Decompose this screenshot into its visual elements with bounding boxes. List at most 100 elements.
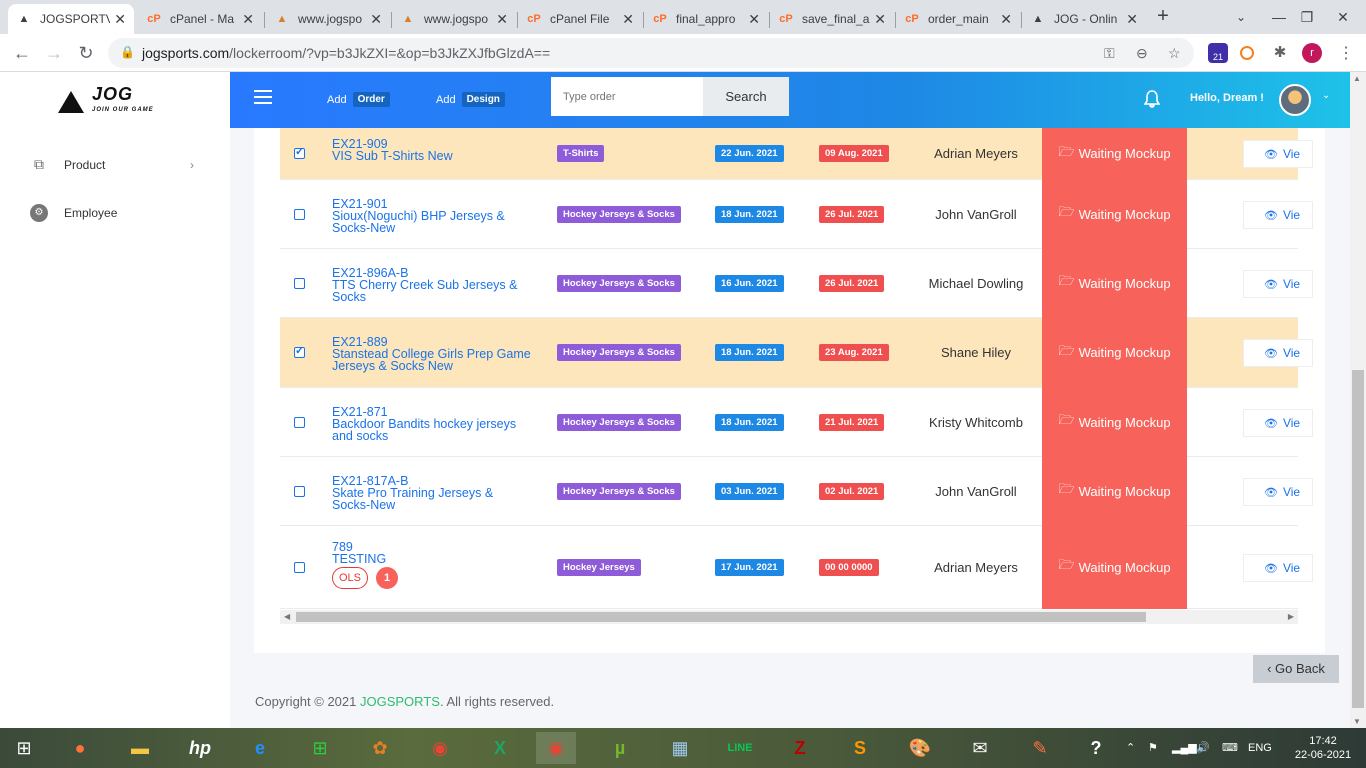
menu-dots-icon[interactable]: ⋮ bbox=[1336, 43, 1356, 63]
table-row[interactable]: EX21-909VIS Sub T-Shirts New T-Shirts 22 J… bbox=[280, 128, 1313, 180]
chevron-down-icon[interactable]: ⌄ bbox=[1322, 90, 1330, 101]
view-button[interactable]: 👁 Vie bbox=[1243, 554, 1313, 582]
volume-icon[interactable]: 🔊 bbox=[1196, 728, 1210, 768]
browser-tab-6[interactable]: cP final_appro ✕ bbox=[644, 4, 768, 34]
network-icon[interactable]: ⚑ bbox=[1148, 728, 1158, 768]
copyright-brand-link[interactable]: JOGSPORTS bbox=[360, 694, 440, 709]
bookmark-star-icon[interactable]: ☆ bbox=[1168, 45, 1181, 62]
sidebar-item-employee[interactable]: ⚙ Employee bbox=[30, 204, 200, 222]
ols-badge[interactable]: OLS bbox=[332, 567, 368, 589]
hamburger-menu-icon[interactable] bbox=[254, 90, 272, 106]
vertical-scroll-thumb[interactable] bbox=[1352, 370, 1364, 708]
tray-chevron-icon[interactable]: ⌃ bbox=[1126, 728, 1135, 768]
go-back-button[interactable]: ‹ Go Back bbox=[1253, 655, 1339, 683]
add-design-button[interactable]: Add Design bbox=[436, 92, 505, 107]
status-cell[interactable]: 🗁 Waiting Mockup bbox=[1042, 248, 1187, 318]
key-icon[interactable]: ⚿ bbox=[1104, 45, 1115, 62]
browser-tab-7[interactable]: cP save_final_a ✕ bbox=[770, 4, 894, 34]
close-tab-icon[interactable]: ✕ bbox=[242, 11, 254, 28]
back-icon[interactable]: ← bbox=[10, 42, 34, 64]
vertical-scrollbar[interactable]: ▲ ▼ bbox=[1350, 72, 1366, 728]
row-checkbox[interactable] bbox=[294, 562, 305, 573]
internet-explorer-icon[interactable]: e bbox=[240, 732, 280, 764]
close-tab-icon[interactable]: ✕ bbox=[748, 11, 760, 28]
sublime-icon[interactable]: S bbox=[840, 732, 880, 764]
control-panel-icon[interactable]: ▦ bbox=[660, 732, 700, 764]
browser-tab-4[interactable]: ▲ www.jogspo ✕ bbox=[392, 4, 516, 34]
order-link[interactable]: EX21-896A-B TTS Cherry Creek Sub Jerseys … bbox=[332, 267, 532, 304]
view-button[interactable]: 👁 Vie bbox=[1243, 140, 1313, 168]
chrome-icon[interactable]: ◉ bbox=[420, 732, 460, 764]
view-button[interactable]: 👁 Vie bbox=[1243, 201, 1313, 229]
close-tab-icon[interactable]: ✕ bbox=[370, 11, 382, 28]
row-checkbox[interactable] bbox=[294, 209, 305, 220]
row-checkbox[interactable] bbox=[294, 417, 305, 428]
browser-tab-1[interactable]: ▲ JOGSPORTV ✕ bbox=[8, 4, 134, 34]
reload-icon[interactable]: ↻ bbox=[74, 42, 98, 64]
table-row[interactable]: EX21-817A-B Skate Pro Training Jerseys & … bbox=[280, 456, 1313, 526]
utorrent-icon[interactable]: µ bbox=[600, 732, 640, 764]
table-row[interactable]: 789 TESTING OLS 1 Hockey Jerseys 17 Jun. 2021… bbox=[280, 525, 1313, 609]
browser-tab-3[interactable]: ▲ www.jogspo ✕ bbox=[266, 4, 390, 34]
close-tab-icon[interactable]: ✕ bbox=[114, 11, 126, 28]
scroll-down-arrow-icon[interactable]: ▼ bbox=[1353, 717, 1361, 726]
jog-logo[interactable]: JOG JOIN OUR GAME bbox=[58, 85, 154, 118]
status-cell[interactable]: 🗁 Waiting Mockup bbox=[1042, 128, 1187, 180]
order-link[interactable]: EX21-817A-B Skate Pro Training Jerseys & … bbox=[332, 475, 532, 512]
file-explorer-icon[interactable]: ▬ bbox=[120, 732, 160, 764]
help-icon[interactable]: ? bbox=[1076, 732, 1116, 764]
store-icon[interactable]: ⊞ bbox=[300, 732, 340, 764]
close-tab-icon[interactable]: ✕ bbox=[874, 11, 886, 28]
view-button[interactable]: 👁 Vie bbox=[1243, 478, 1313, 506]
table-row[interactable]: EX21-901 Sioux(Noguchi) BHP Jerseys & Soc… bbox=[280, 179, 1313, 249]
mail-icon[interactable]: ✉ bbox=[960, 732, 1000, 764]
language-indicator[interactable]: ENG bbox=[1248, 728, 1272, 768]
scroll-right-arrow-icon[interactable]: ▶ bbox=[1288, 610, 1294, 624]
scroll-left-arrow-icon[interactable]: ◀ bbox=[284, 610, 290, 624]
extension-orange-icon[interactable] bbox=[1240, 46, 1254, 60]
new-tab-button[interactable]: + bbox=[1152, 6, 1174, 28]
chrome-active-icon[interactable]: ◉ bbox=[536, 732, 576, 764]
view-button[interactable]: 👁 Vie bbox=[1243, 339, 1313, 367]
table-row[interactable]: EX21-896A-B TTS Cherry Creek Sub Jerseys … bbox=[280, 248, 1313, 318]
row-checkbox[interactable] bbox=[294, 145, 305, 159]
table-row[interactable]: EX21-871 Backdoor Bandits hockey jerseys … bbox=[280, 387, 1313, 457]
status-cell[interactable]: 🗁 Waiting Mockup bbox=[1042, 179, 1187, 249]
status-cell[interactable]: 🗁 Waiting Mockup bbox=[1042, 525, 1187, 609]
paint-icon[interactable]: 🎨 bbox=[900, 732, 940, 764]
search-input[interactable] bbox=[551, 77, 703, 116]
forward-icon[interactable]: → bbox=[42, 42, 66, 64]
browser-tab-9[interactable]: ▲ JOG - Onlin ✕ bbox=[1022, 4, 1146, 34]
close-tab-icon[interactable]: ✕ bbox=[622, 11, 634, 28]
horizontal-scrollbar[interactable]: ◀ ▶ bbox=[280, 610, 1298, 624]
view-button[interactable]: 👁 Vie bbox=[1243, 270, 1313, 298]
avatar[interactable] bbox=[1279, 84, 1311, 116]
status-cell[interactable]: 🗁 Waiting Mockup bbox=[1042, 387, 1187, 457]
zoom-icon[interactable]: ⊖ bbox=[1136, 45, 1148, 62]
bell-icon[interactable] bbox=[1143, 90, 1161, 108]
extensions-puzzle-icon[interactable]: ✱ bbox=[1270, 43, 1290, 63]
input-icon[interactable]: ⌨ bbox=[1222, 728, 1238, 768]
close-window-button[interactable]: ✕ bbox=[1320, 0, 1366, 34]
url-field[interactable]: 🔒 jogsports.com/lockerroom/?vp=b3JkZXI=&… bbox=[108, 38, 1194, 68]
row-checkbox[interactable] bbox=[294, 278, 305, 289]
table-row[interactable]: EX21-889Stanstead College Girls Prep Gam… bbox=[280, 317, 1313, 388]
signal-icon[interactable]: ▂▄▆ bbox=[1172, 728, 1197, 768]
status-cell[interactable]: 🗁 Waiting Mockup bbox=[1042, 317, 1187, 388]
order-link[interactable]: EX21-871 Backdoor Bandits hockey jerseys … bbox=[332, 406, 532, 443]
browser-tab-5[interactable]: cP cPanel File ✕ bbox=[518, 4, 642, 34]
profile-avatar[interactable]: r bbox=[1302, 43, 1322, 63]
horizontal-scroll-thumb[interactable] bbox=[296, 612, 1146, 622]
excel-icon[interactable]: X bbox=[480, 732, 520, 764]
status-cell[interactable]: 🗁 Waiting Mockup bbox=[1042, 456, 1187, 526]
tool-app-icon[interactable]: ✎ bbox=[1020, 732, 1060, 764]
close-tab-icon[interactable]: ✕ bbox=[1000, 11, 1012, 28]
browser-tab-2[interactable]: cP cPanel - Ma ✕ bbox=[138, 4, 262, 34]
order-link[interactable]: EX21-901 Sioux(Noguchi) BHP Jerseys & Soc… bbox=[332, 198, 532, 235]
sidebar-item-product[interactable]: ⧉ Product › bbox=[30, 156, 200, 174]
puzzle-app-icon[interactable]: ✿ bbox=[360, 732, 400, 764]
line-icon[interactable]: LINE bbox=[720, 732, 760, 764]
clock[interactable]: 17:42 22-06-2021 bbox=[1292, 734, 1354, 762]
row-checkbox[interactable] bbox=[294, 344, 305, 358]
row-checkbox[interactable] bbox=[294, 486, 305, 497]
